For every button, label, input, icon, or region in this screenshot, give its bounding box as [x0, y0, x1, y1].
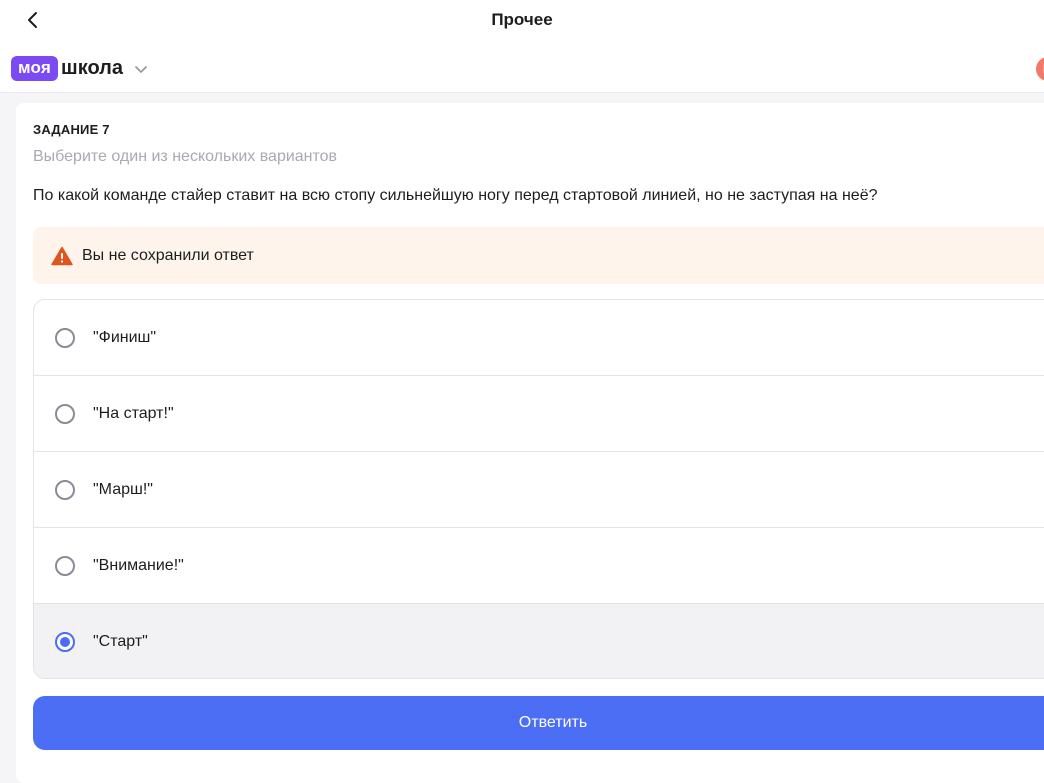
warning-icon: [51, 246, 73, 265]
answer-option[interactable]: "Внимание!": [34, 528, 1044, 604]
school-selector[interactable]: моя школа: [11, 56, 149, 81]
radio-button-selected[interactable]: [55, 632, 75, 652]
avatar[interactable]: М: [1036, 57, 1044, 81]
submit-answer-button[interactable]: Ответить: [33, 696, 1044, 750]
task-number: ЗАДАНИЕ 7: [33, 122, 110, 137]
radio-button[interactable]: [55, 403, 75, 424]
answer-option-selected[interactable]: "Старт": [34, 604, 1044, 678]
top-bar: Прочее моя школа М: [0, 0, 1044, 93]
radio-button[interactable]: [55, 479, 75, 500]
option-label: "На старт!": [93, 404, 174, 422]
answer-option[interactable]: "На старт!": [34, 376, 1044, 452]
logo-badge: моя: [11, 56, 59, 81]
answer-option[interactable]: "Марш!": [34, 452, 1044, 528]
question-text: По какой команде стайер ставит на всю ст…: [33, 187, 878, 204]
radio-button[interactable]: [55, 327, 75, 348]
task-hint: Выберите один из нескольких вариантов: [33, 148, 338, 165]
warning-text: Вы не сохранили ответ: [82, 246, 254, 264]
option-label: "Марш!": [93, 480, 153, 498]
option-label: "Внимание!": [93, 556, 184, 574]
answer-option[interactable]: "Финиш": [34, 300, 1044, 376]
logo-text: школа: [61, 57, 123, 79]
page-title: Прочее: [491, 10, 553, 29]
answer-options: "Финиш" "На старт!" "Марш!" "Внимание!" …: [33, 299, 1044, 679]
chevron-down-icon: [135, 65, 147, 73]
option-label: "Старт": [93, 633, 148, 650]
unsaved-warning: Вы не сохранили ответ: [33, 227, 1044, 284]
option-label: "Финиш": [93, 328, 157, 346]
task-card: ЗАДАНИЕ 7 Выберите один из нескольких ва…: [16, 103, 1044, 783]
radio-button[interactable]: [55, 555, 75, 576]
